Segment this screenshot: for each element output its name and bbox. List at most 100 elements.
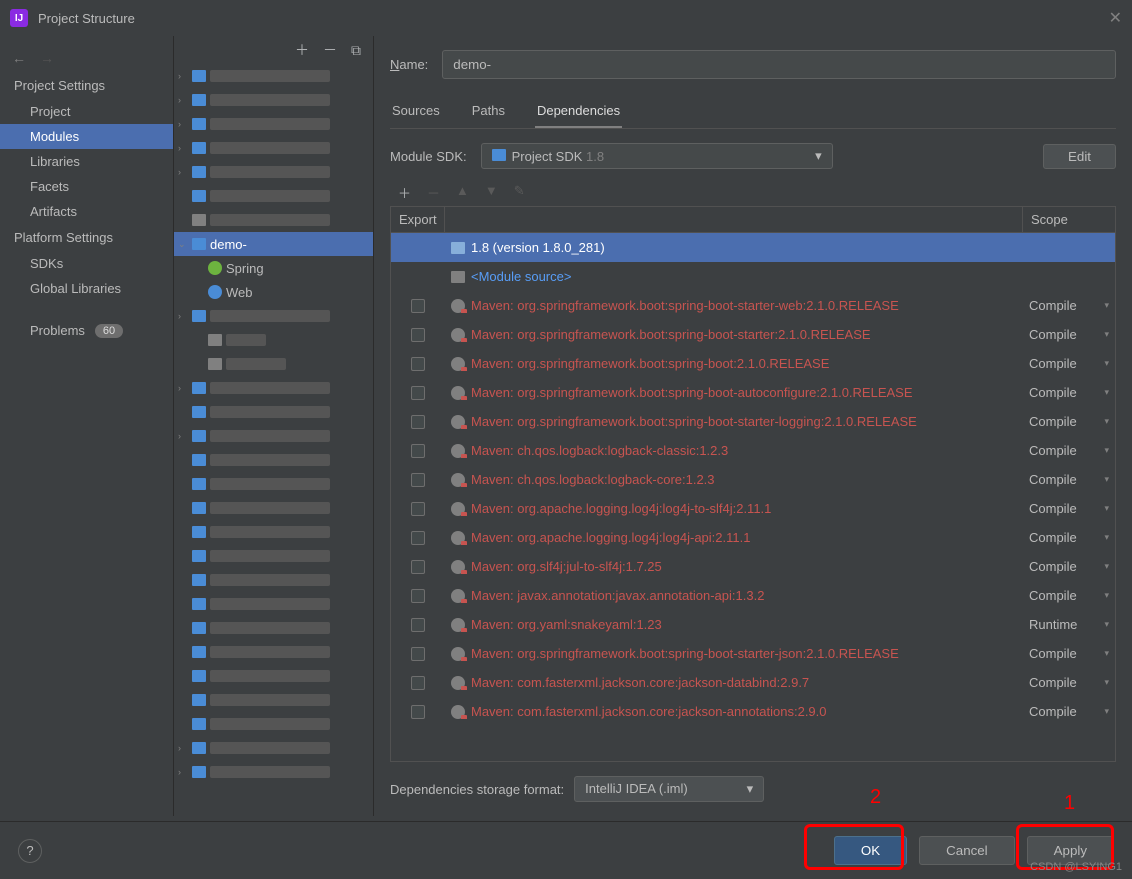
dependency-row[interactable]: Maven: org.springframework.boot:spring-b… (391, 349, 1115, 378)
tree-row[interactable]: › (174, 88, 373, 112)
copy-module-icon[interactable]: ⧉ (351, 42, 361, 59)
chevron-down-icon[interactable]: ▾ (1104, 561, 1109, 572)
nav-item-artifacts[interactable]: Artifacts (0, 199, 173, 224)
chevron-down-icon[interactable]: ▾ (1104, 300, 1109, 311)
chevron-down-icon[interactable]: ▾ (1104, 677, 1109, 688)
dependency-row[interactable]: Maven: org.springframework.boot:spring-b… (391, 291, 1115, 320)
chevron-down-icon[interactable]: ▾ (1104, 503, 1109, 514)
chevron-down-icon[interactable]: ▾ (1104, 619, 1109, 630)
tree-row-selected[interactable]: ⌄demo- (174, 232, 373, 256)
chevron-down-icon[interactable]: ▾ (1104, 706, 1109, 717)
tree-row[interactable]: › (174, 760, 373, 784)
tree-row[interactable] (174, 616, 373, 640)
add-module-icon[interactable]: ＋ (295, 40, 309, 60)
tree-row[interactable]: › (174, 304, 373, 328)
export-checkbox[interactable] (411, 357, 425, 371)
dependency-row[interactable]: <Module source> (391, 262, 1115, 291)
cancel-button[interactable]: Cancel (919, 836, 1015, 865)
storage-format-select[interactable]: IntelliJ IDEA (.iml) ▾ (574, 776, 764, 802)
nav-item-facets[interactable]: Facets (0, 174, 173, 199)
column-scope[interactable]: Scope (1023, 207, 1115, 232)
chevron-down-icon[interactable]: ▾ (1104, 445, 1109, 456)
tree-row[interactable]: › (174, 424, 373, 448)
module-name-input[interactable] (442, 50, 1116, 79)
dependency-row[interactable]: Maven: org.yaml:snakeyaml:1.23Runtime▾ (391, 610, 1115, 639)
nav-item-sdks[interactable]: SDKs (0, 251, 173, 276)
help-button[interactable]: ? (18, 839, 42, 863)
tab-sources[interactable]: Sources (390, 97, 442, 128)
export-checkbox[interactable] (411, 560, 425, 574)
tree-row[interactable] (174, 568, 373, 592)
remove-module-icon[interactable]: － (323, 40, 337, 60)
dependency-row[interactable]: Maven: org.apache.logging.log4j:log4j-ap… (391, 523, 1115, 552)
export-checkbox[interactable] (411, 386, 425, 400)
export-checkbox[interactable] (411, 415, 425, 429)
nav-back-icon[interactable]: ← (12, 50, 26, 66)
tree-row[interactable] (174, 664, 373, 688)
close-icon[interactable]: ✕ (1109, 8, 1122, 28)
chevron-down-icon[interactable]: ▾ (1104, 532, 1109, 543)
tab-paths[interactable]: Paths (470, 97, 507, 128)
chevron-down-icon[interactable]: ▾ (1104, 648, 1109, 659)
tree-row[interactable] (174, 184, 373, 208)
dependency-row[interactable]: Maven: ch.qos.logback:logback-core:1.2.3… (391, 465, 1115, 494)
chevron-down-icon[interactable]: ▾ (1104, 416, 1109, 427)
chevron-down-icon[interactable]: ▾ (1104, 358, 1109, 369)
export-checkbox[interactable] (411, 676, 425, 690)
column-export[interactable]: Export (391, 207, 445, 232)
tree-row[interactable] (174, 544, 373, 568)
dependency-row[interactable]: Maven: ch.qos.logback:logback-classic:1.… (391, 436, 1115, 465)
tree-row[interactable] (174, 592, 373, 616)
tree-row[interactable]: › (174, 112, 373, 136)
nav-item-modules[interactable]: Modules (0, 124, 173, 149)
export-checkbox[interactable] (411, 328, 425, 342)
dependency-row[interactable]: Maven: com.fasterxml.jackson.core:jackso… (391, 668, 1115, 697)
tree-row[interactable] (174, 472, 373, 496)
tree-row[interactable] (174, 496, 373, 520)
chevron-down-icon[interactable]: ▾ (1104, 474, 1109, 485)
tree-row[interactable] (174, 688, 373, 712)
tree-row[interactable] (174, 400, 373, 424)
tree-row[interactable] (174, 520, 373, 544)
export-checkbox[interactable] (411, 531, 425, 545)
chevron-down-icon[interactable]: ▾ (1104, 387, 1109, 398)
module-sdk-select[interactable]: Project SDK 1.8 ▾ (481, 143, 833, 169)
export-checkbox[interactable] (411, 618, 425, 632)
tree-row[interactable] (174, 712, 373, 736)
dependency-row[interactable]: Maven: javax.annotation:javax.annotation… (391, 581, 1115, 610)
chevron-down-icon[interactable]: ▾ (1104, 329, 1109, 340)
tree-row[interactable]: › (174, 64, 373, 88)
add-dependency-icon[interactable]: ＋ (398, 183, 411, 202)
export-checkbox[interactable] (411, 299, 425, 313)
export-checkbox[interactable] (411, 589, 425, 603)
chevron-down-icon[interactable]: ▾ (1104, 590, 1109, 601)
tab-dependencies[interactable]: Dependencies (535, 97, 622, 128)
dependency-row[interactable]: Maven: com.fasterxml.jackson.core:jackso… (391, 697, 1115, 726)
export-checkbox[interactable] (411, 647, 425, 661)
dependency-row[interactable]: Maven: org.springframework.boot:spring-b… (391, 378, 1115, 407)
edit-sdk-button[interactable]: Edit (1043, 144, 1116, 169)
export-checkbox[interactable] (411, 705, 425, 719)
tree-row[interactable]: › (174, 160, 373, 184)
column-name[interactable] (445, 207, 1023, 232)
dependency-row[interactable]: Maven: org.slf4j:jul-to-slf4j:1.7.25Comp… (391, 552, 1115, 581)
tree-row[interactable] (174, 208, 373, 232)
dependency-row[interactable]: 1.8 (version 1.8.0_281) (391, 233, 1115, 262)
dependency-row[interactable]: Maven: org.springframework.boot:spring-b… (391, 320, 1115, 349)
tree-row[interactable] (174, 448, 373, 472)
nav-item-global-libraries[interactable]: Global Libraries (0, 276, 173, 301)
tree-row[interactable]: › (174, 136, 373, 160)
tree-row-spring[interactable]: Spring (174, 256, 373, 280)
tree-row[interactable] (174, 640, 373, 664)
tree-row[interactable]: › (174, 376, 373, 400)
nav-item-project[interactable]: Project (0, 99, 173, 124)
nav-item-problems[interactable]: Problems 60 (0, 315, 173, 346)
tree-row[interactable]: › (174, 736, 373, 760)
tree-row[interactable] (174, 352, 373, 376)
dependency-row[interactable]: Maven: org.apache.logging.log4j:log4j-to… (391, 494, 1115, 523)
dependency-row[interactable]: Maven: org.springframework.boot:spring-b… (391, 639, 1115, 668)
nav-item-libraries[interactable]: Libraries (0, 149, 173, 174)
tree-row[interactable] (174, 328, 373, 352)
export-checkbox[interactable] (411, 444, 425, 458)
export-checkbox[interactable] (411, 502, 425, 516)
